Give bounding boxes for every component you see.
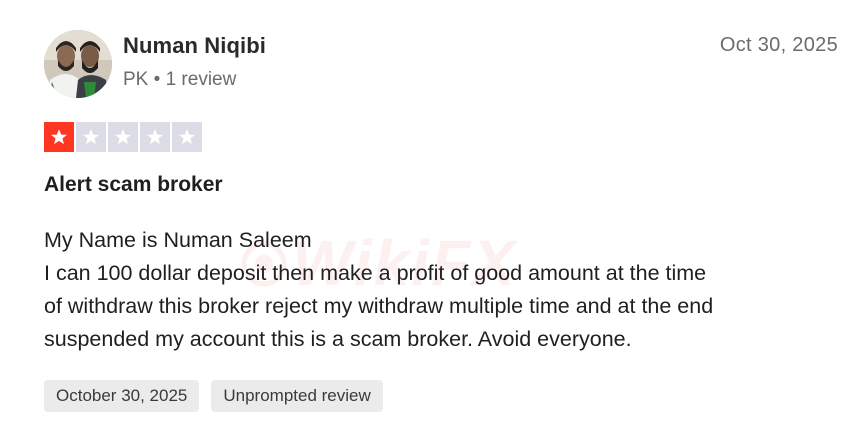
star-icon	[83, 129, 99, 145]
star-icon	[147, 129, 163, 145]
review-body-line: I can 100 dollar deposit then make a pro…	[44, 261, 707, 285]
star-empty	[172, 122, 202, 152]
review-body: My Name is Numan Saleem I can 100 dollar…	[44, 224, 844, 356]
review-body-line: My Name is Numan Saleem	[44, 228, 312, 252]
reviewer-avatar[interactable]	[44, 30, 112, 98]
reviewer-name[interactable]: Numan Niqibi	[123, 33, 266, 59]
meta-separator: •	[153, 69, 166, 90]
star-empty	[76, 122, 106, 152]
star-empty	[108, 122, 138, 152]
user-photo-icon	[44, 30, 112, 98]
unprompted-review-tag[interactable]: Unprompted review	[211, 380, 383, 412]
review-card: Numan Niqibi PK • 1 review Oct 30, 2025 …	[0, 0, 856, 433]
reviewer-country: PK	[123, 69, 149, 90]
star-empty	[140, 122, 170, 152]
review-title[interactable]: Alert scam broker	[44, 173, 223, 197]
reviewer-meta: PK • 1 review	[123, 69, 236, 91]
review-body-line: suspended my account this is a scam brok…	[44, 327, 632, 351]
star-rating	[44, 122, 202, 152]
review-date: Oct 30, 2025	[719, 34, 838, 56]
star-filled	[44, 122, 74, 152]
star-icon	[179, 129, 195, 145]
review-tags: October 30, 2025 Unprompted review	[44, 380, 383, 412]
review-body-line: of withdraw this broker reject my withdr…	[44, 294, 714, 318]
star-icon	[51, 129, 67, 145]
reviewer-review-count[interactable]: 1 review	[166, 69, 237, 90]
star-icon	[115, 129, 131, 145]
experience-date-tag: October 30, 2025	[44, 380, 200, 412]
